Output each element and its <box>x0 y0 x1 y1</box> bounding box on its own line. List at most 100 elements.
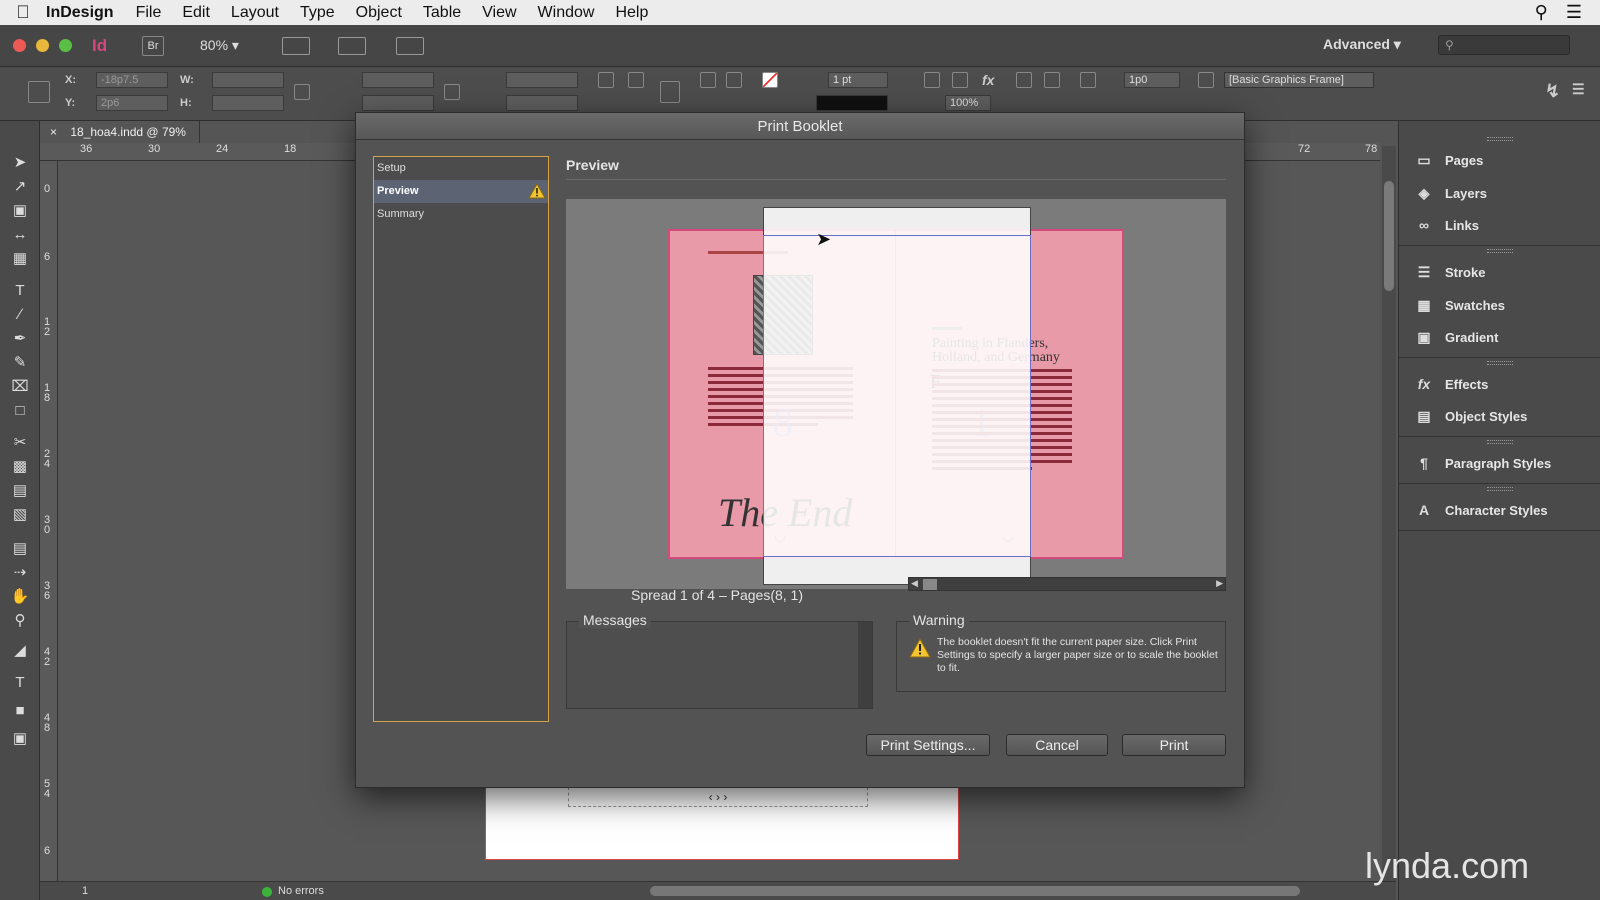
shear-field[interactable] <box>506 95 578 111</box>
panel-character-styles[interactable]: A Character Styles <box>1413 498 1548 522</box>
object-style-dropdown[interactable]: [Basic Graphics Frame] <box>1224 72 1374 88</box>
pencil-tool-icon[interactable]: ✎ <box>10 353 30 373</box>
selection-tool-icon[interactable]: ➤ <box>10 153 30 173</box>
panel-object-styles[interactable]: ▤ Object Styles <box>1413 404 1527 428</box>
close-tab-icon[interactable]: × <box>50 125 57 139</box>
page-tool-icon[interactable]: ▣ <box>10 201 30 221</box>
chain-link-icon[interactable] <box>444 84 460 100</box>
type-tool-icon[interactable]: T <box>10 281 30 301</box>
print-button[interactable]: Print <box>1122 734 1226 756</box>
page-number-field[interactable]: 1 <box>82 885 88 897</box>
formatting-affects-icon[interactable]: T <box>10 673 30 693</box>
arrange-documents-icon[interactable] <box>396 37 424 55</box>
panel-grip[interactable] <box>1487 440 1513 444</box>
nav-summary[interactable]: Summary <box>374 203 548 226</box>
scale-x-field[interactable] <box>362 72 434 88</box>
text-wrap-icon[interactable] <box>1044 72 1060 88</box>
preflight-status-text[interactable]: No errors <box>278 885 324 897</box>
document-page[interactable]: ‹ › › <box>485 780 959 860</box>
notification-list-icon[interactable]: ☰ <box>1566 2 1582 23</box>
screen-mode-tool-icon[interactable]: ▣ <box>10 729 30 749</box>
content-collector-icon[interactable]: ▦ <box>10 249 30 269</box>
free-transform-tool-icon[interactable]: ▩ <box>10 457 30 477</box>
zoom-level-dropdown[interactable]: 80% ▾ <box>200 37 239 54</box>
panel-swatches[interactable]: ▦ Swatches <box>1413 293 1505 317</box>
print-settings-button[interactable]: Print Settings... <box>866 734 990 756</box>
workspace-switcher[interactable]: Advanced ▾ <box>1323 36 1401 53</box>
object-style-icon[interactable] <box>1198 72 1214 88</box>
fill-none-swatch[interactable] <box>762 72 778 88</box>
document-tab[interactable]: × 18_hoa4.indd @ 79% <box>40 121 200 143</box>
height-field[interactable] <box>212 95 284 111</box>
rotate-icon[interactable] <box>598 72 614 88</box>
menu-layout[interactable]: Layout <box>231 4 279 22</box>
scissors-tool-icon[interactable]: ✂ <box>10 433 30 453</box>
paragraph-icon[interactable] <box>660 81 680 103</box>
apply-color-icon[interactable]: ■ <box>10 701 30 721</box>
eyedropper-tool-icon[interactable]: ⇢ <box>10 563 30 583</box>
select-container-icon[interactable] <box>700 72 716 88</box>
gap-tool-icon[interactable]: ↔ <box>10 225 30 245</box>
panel-gradient[interactable]: ▣ Gradient <box>1413 325 1498 349</box>
drop-shadow-icon[interactable] <box>952 72 968 88</box>
rectangle-frame-tool-icon[interactable]: ⌧ <box>10 377 30 397</box>
text-frame[interactable]: ‹ › › <box>568 787 868 807</box>
gradient-feather-tool-icon[interactable]: ▧ <box>10 505 30 525</box>
panel-effects[interactable]: fx Effects <box>1413 372 1489 396</box>
menu-type[interactable]: Type <box>300 4 335 22</box>
menu-view[interactable]: View <box>482 4 516 22</box>
y-position-field[interactable]: 2p6 <box>96 95 168 111</box>
rotation-field[interactable] <box>506 72 578 88</box>
zoom-window-button[interactable] <box>59 39 72 52</box>
width-field[interactable] <box>212 72 284 88</box>
direct-selection-tool-icon[interactable]: ↗ <box>10 177 30 197</box>
frame-fitting-icon[interactable] <box>924 72 940 88</box>
menu-file[interactable]: File <box>136 4 162 22</box>
gap-field[interactable]: 1p0 <box>1124 72 1180 88</box>
quick-apply-icon[interactable]: ↯ <box>1545 81 1560 102</box>
app-menu[interactable]: InDesign <box>46 4 114 22</box>
fill-stroke-swatch-icon[interactable]: ◢ <box>10 641 30 661</box>
scroll-thumb[interactable] <box>1384 181 1394 291</box>
hand-tool-icon[interactable]: ✋ <box>10 587 30 607</box>
opacity-field[interactable]: 100% <box>945 95 991 111</box>
rotate-ccw-icon[interactable] <box>628 72 644 88</box>
select-content-icon[interactable] <box>726 72 742 88</box>
screen-mode-icon[interactable] <box>338 37 366 55</box>
panel-menu-icon[interactable]: ☰ <box>1572 81 1585 98</box>
nav-preview[interactable]: Preview <box>374 180 548 203</box>
line-tool-icon[interactable]: ∕ <box>10 305 30 325</box>
zoom-tool-icon[interactable]: ⚲ <box>10 611 30 631</box>
panel-pages[interactable]: ▭ Pages <box>1413 148 1483 172</box>
close-window-button[interactable] <box>13 39 26 52</box>
menu-table[interactable]: Table <box>423 4 461 22</box>
spotlight-search-icon[interactable]: ⚲ <box>1535 2 1548 23</box>
rectangle-tool-icon[interactable]: □ <box>10 401 30 421</box>
x-position-field[interactable]: -18p7.5 <box>96 72 168 88</box>
menu-edit[interactable]: Edit <box>182 4 210 22</box>
panel-paragraph-styles[interactable]: ¶ Paragraph Styles <box>1413 451 1551 475</box>
view-options-icon[interactable] <box>282 37 310 55</box>
minimize-window-button[interactable] <box>36 39 49 52</box>
bridge-button[interactable]: Br <box>142 36 164 56</box>
panel-links[interactable]: ∞ Links <box>1413 213 1479 237</box>
scale-y-field[interactable] <box>362 95 434 111</box>
horizontal-scroll-thumb[interactable] <box>650 886 1300 896</box>
panel-stroke[interactable]: ☰ Stroke <box>1413 260 1486 284</box>
gradient-swatch-tool-icon[interactable]: ▤ <box>10 481 30 501</box>
help-search-input[interactable]: ⚲ <box>1438 35 1570 55</box>
effects-fx-icon[interactable]: fx <box>982 72 994 88</box>
stroke-type-dropdown[interactable] <box>816 95 888 111</box>
scroll-thumb[interactable] <box>923 579 937 590</box>
constrain-proportions-icon[interactable] <box>294 84 310 100</box>
menu-object[interactable]: Object <box>356 4 402 22</box>
apple-icon[interactable]:  <box>0 2 46 23</box>
columns-icon[interactable] <box>1016 72 1032 88</box>
menu-window[interactable]: Window <box>538 4 595 22</box>
auto-fit-icon[interactable] <box>1080 72 1096 88</box>
menu-help[interactable]: Help <box>615 4 648 22</box>
preview-scrollbar[interactable]: ◀ ▶ <box>908 577 1226 591</box>
scroll-right-arrow-icon[interactable]: ▶ <box>1216 578 1223 589</box>
messages-box[interactable]: Messages <box>566 612 873 709</box>
vertical-ruler[interactable]: 0 6 1 2 1 8 2 4 3 0 3 6 4 2 4 8 5 4 6 <box>40 161 58 881</box>
